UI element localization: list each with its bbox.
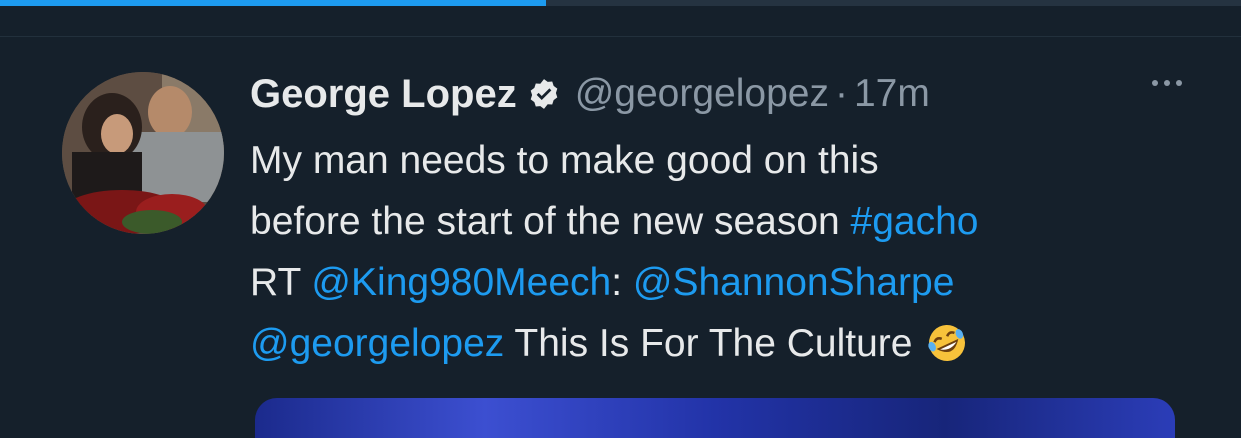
more-horizontal-icon[interactable] <box>1152 80 1182 86</box>
hashtag-link[interactable]: #gacho <box>851 200 979 243</box>
rolling-on-floor-laughing-emoji-icon <box>926 321 968 382</box>
separator-dot: · <box>834 72 848 115</box>
text-segment: My man needs to make good on this <box>250 139 879 182</box>
verified-badge-icon <box>527 77 561 111</box>
mention-link[interactable]: @ShannonSharpe <box>633 261 955 304</box>
tweet-line: RT @King980Meech: @ShannonSharpe <box>250 252 1210 313</box>
tweet[interactable]: George Lopez @georgelopez · 17m My man n… <box>250 66 1210 382</box>
progress-bar <box>0 0 1241 6</box>
avatar-photo <box>62 72 224 234</box>
tweet-text: My man needs to make good on this before… <box>250 130 1210 382</box>
tweet-line: before the start of the new season #gach… <box>250 191 1210 252</box>
divider <box>0 36 1241 37</box>
tweet-line: @georgelopez This Is For The Culture <box>250 313 1210 382</box>
text-segment: This Is For The Culture <box>504 322 913 365</box>
text-segment: RT <box>250 261 312 304</box>
tweet-header: George Lopez @georgelopez · 17m <box>250 66 1210 122</box>
avatar[interactable] <box>62 72 224 234</box>
mention-link[interactable]: @King980Meech <box>311 261 611 304</box>
progress-bar-fill <box>0 0 547 6</box>
media-preview[interactable] <box>255 398 1175 438</box>
tweet-line: My man needs to make good on this <box>250 130 1210 191</box>
mention-link[interactable]: @georgelopez <box>250 322 504 365</box>
timestamp[interactable]: 17m <box>854 72 930 116</box>
author-handle[interactable]: @georgelopez <box>575 72 829 116</box>
text-segment: before the start of the new season <box>250 200 851 243</box>
author-name[interactable]: George Lopez <box>250 72 517 117</box>
text-segment: : <box>611 261 633 304</box>
